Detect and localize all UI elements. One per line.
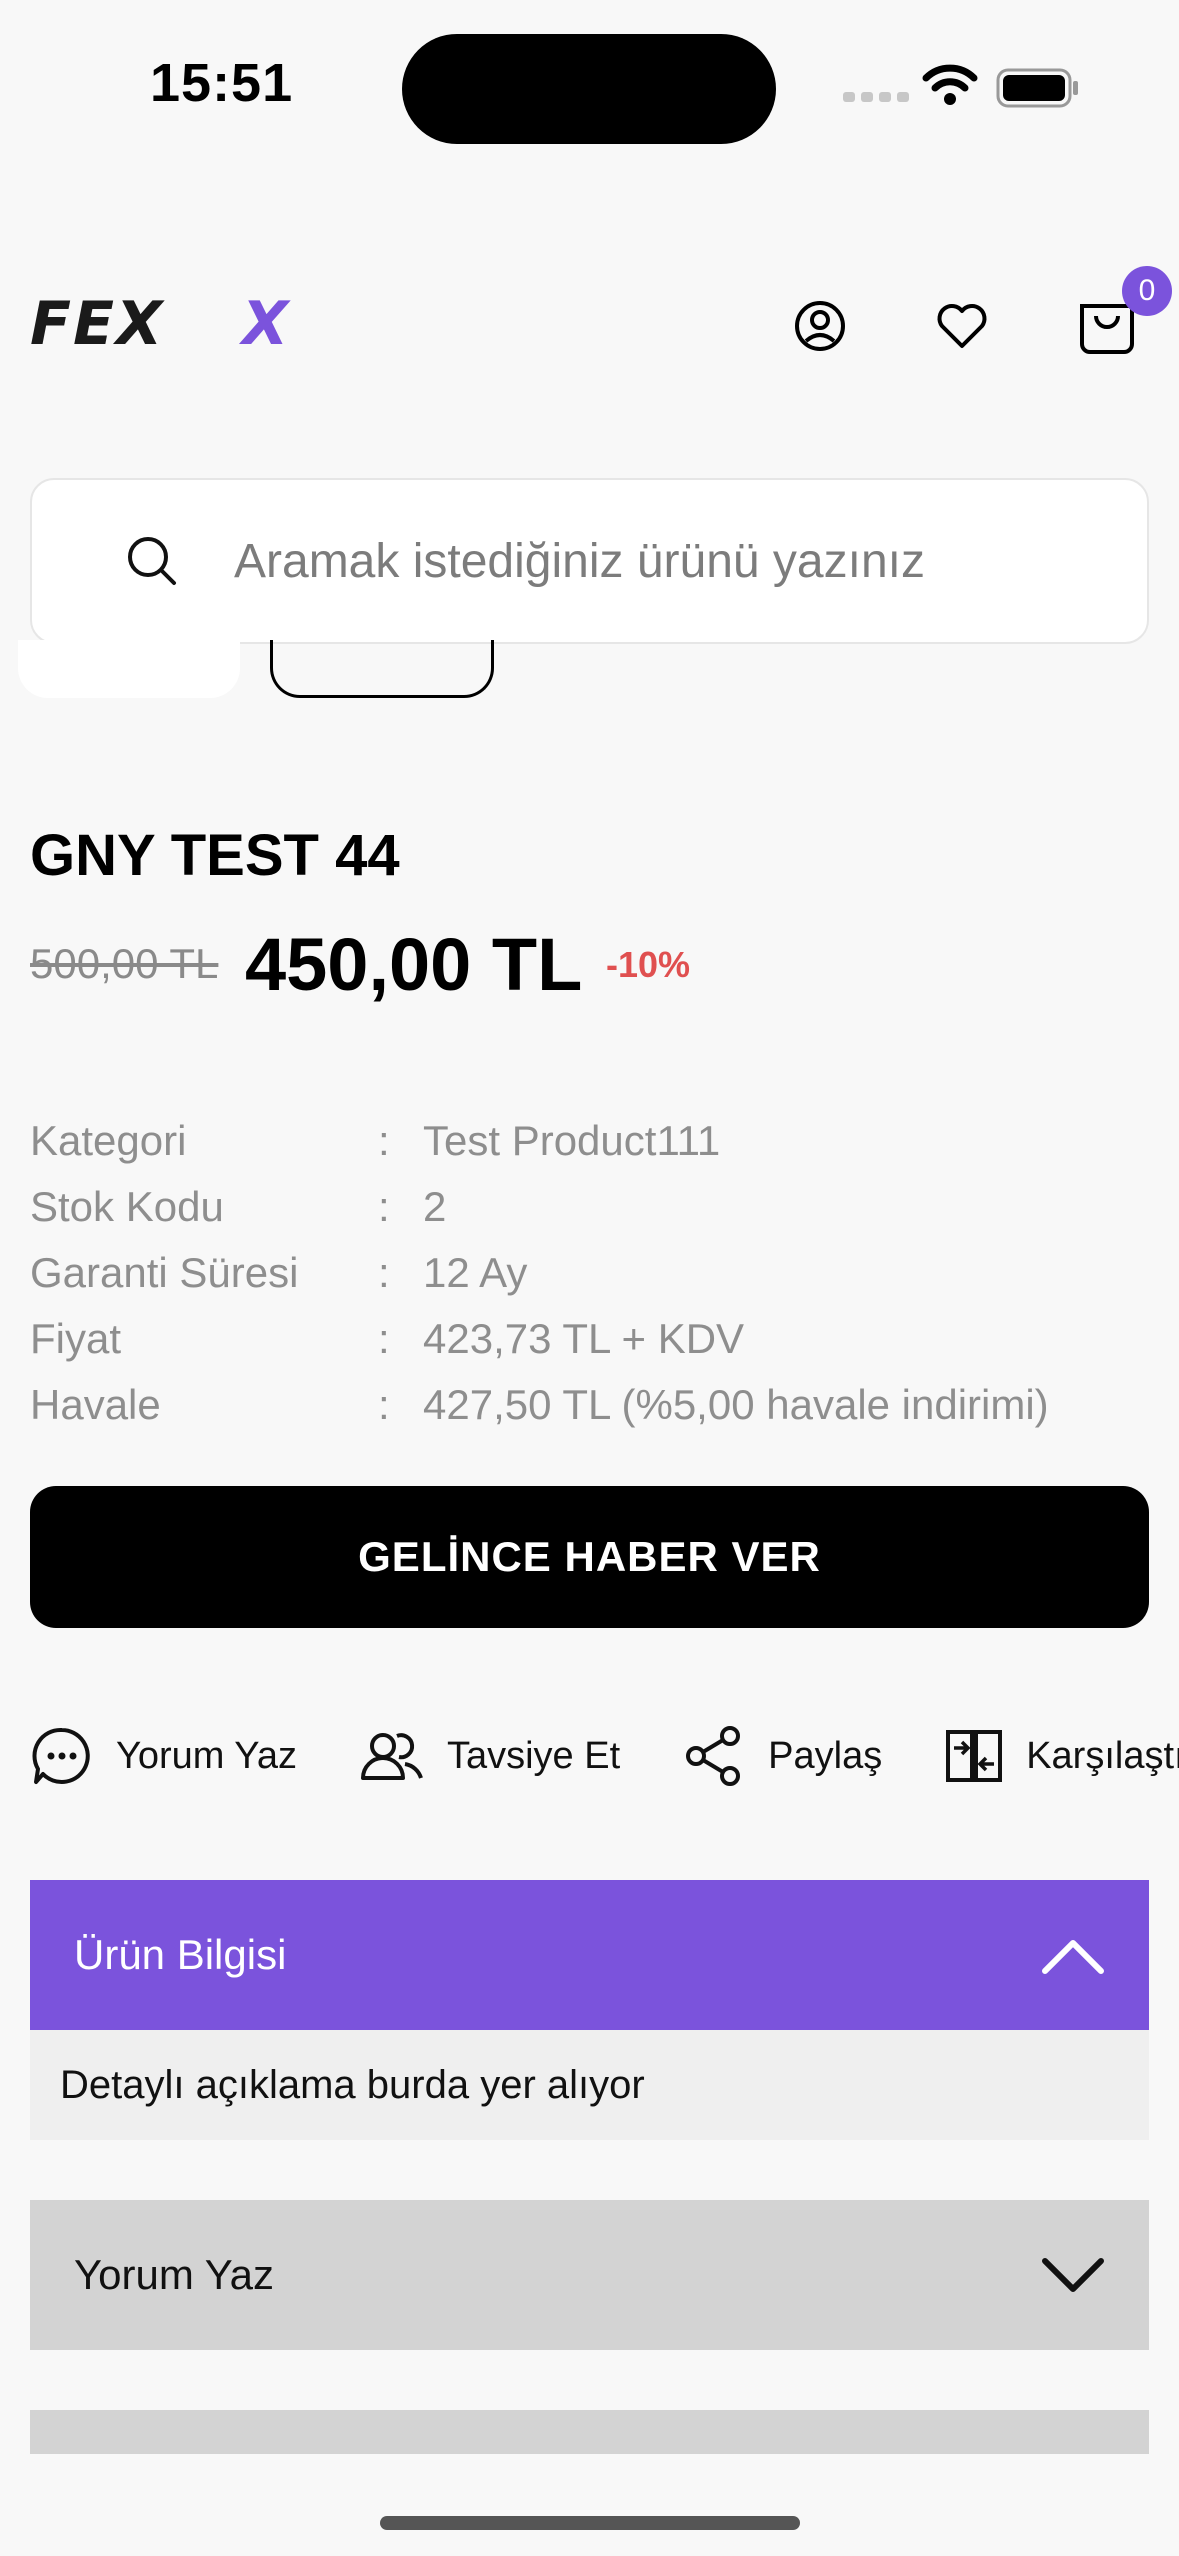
svg-text:X: X: [238, 296, 291, 352]
product-info-title: Ürün Bilgisi: [74, 1931, 287, 1978]
compare-icon: [946, 1730, 1003, 1782]
variant-chip[interactable]: [18, 640, 240, 698]
compare-label: Karşılaştır: [1026, 1734, 1179, 1777]
discount-badge: -10%: [606, 944, 691, 985]
fexx-logo[interactable]: FEX X: [30, 289, 330, 359]
recommend-action[interactable]: Tavsiye Et: [359, 1724, 620, 1788]
spec-row: Stok Kodu : 2: [30, 1174, 1150, 1240]
product-info-body: Detaylı açıklama burda yer alıyor: [30, 2030, 1149, 2140]
favorites-heart-icon[interactable]: [930, 294, 994, 363]
comment-icon: [32, 1727, 90, 1784]
search-input[interactable]: [234, 533, 1114, 589]
action-row: Yorum Yaz Tavsiye Et Paylaş Karşılaştır: [30, 1716, 1179, 1796]
spec-label: Stok Kodu: [30, 1183, 224, 1230]
old-price: 500,00 TL: [30, 940, 219, 987]
spec-row: Havale : 427,50 TL (%5,00 havale indirim…: [30, 1372, 1150, 1438]
product-title: GNY TEST 44: [30, 823, 400, 888]
status-time: 15:51: [150, 53, 294, 113]
current-price: 450,00 TL: [245, 923, 583, 1006]
spec-label: Garanti Süresi: [30, 1249, 299, 1296]
compare-action[interactable]: Karşılaştır: [944, 1726, 1179, 1786]
spec-value: 2: [423, 1183, 447, 1230]
product-info-accordion-header[interactable]: Ürün Bilgisi: [30, 1880, 1149, 2030]
review-accordion-header[interactable]: Yorum Yaz: [30, 2200, 1149, 2350]
battery-icon: [996, 68, 1080, 113]
share-icon: [686, 1726, 741, 1786]
spec-separator: :: [378, 1249, 390, 1296]
spec-value: 427,50 TL (%5,00 havale indirimi): [423, 1381, 1049, 1428]
spec-value: Test Product111: [423, 1117, 721, 1164]
share-label: Paylaş: [768, 1734, 883, 1777]
spec-value: 12 Ay: [423, 1249, 528, 1296]
spec-separator: :: [378, 1183, 390, 1230]
account-icon[interactable]: [788, 294, 852, 363]
notify-when-available-button[interactable]: GELİNCE HABER VER: [30, 1486, 1149, 1628]
dynamic-island: [402, 34, 776, 144]
home-indicator[interactable]: [380, 2516, 800, 2530]
write-review-label: Yorum Yaz: [116, 1734, 297, 1777]
spec-separator: :: [378, 1381, 390, 1428]
spec-label: Havale: [30, 1381, 161, 1428]
svg-text:FEX: FEX: [30, 296, 165, 352]
spec-row: Garanti Süresi : 12 Ay: [30, 1240, 1150, 1306]
variant-chip-selected[interactable]: [270, 640, 494, 698]
spec-list: Kategori : Test Product111 Stok Kodu : 2…: [30, 1108, 1150, 1438]
spec-value: 423,73 TL + KDV: [423, 1315, 745, 1362]
users-icon: [360, 1733, 423, 1780]
spec-separator: :: [378, 1315, 390, 1362]
next-accordion-header[interactable]: [30, 2410, 1149, 2454]
wifi-icon: [922, 62, 978, 111]
search-icon: [128, 537, 176, 585]
spec-label: Fiyat: [30, 1315, 122, 1362]
spec-label: Kategori: [30, 1117, 187, 1164]
cart-count-badge: 0: [1122, 266, 1172, 316]
spec-row: Kategori : Test Product111: [30, 1108, 1150, 1174]
chevron-down-icon: [1042, 2258, 1104, 2292]
chevron-up-icon: [1042, 1940, 1104, 1974]
cellular-signal-icon: [843, 92, 909, 102]
share-action[interactable]: Paylaş: [682, 1724, 882, 1788]
search-bar[interactable]: [30, 478, 1149, 644]
recommend-label: Tavsiye Et: [446, 1734, 621, 1777]
review-accordion-title: Yorum Yaz: [74, 2251, 275, 2298]
spec-separator: :: [378, 1117, 390, 1164]
write-review-action[interactable]: Yorum Yaz: [30, 1724, 297, 1788]
spec-row: Fiyat : 423,73 TL + KDV: [30, 1306, 1150, 1372]
